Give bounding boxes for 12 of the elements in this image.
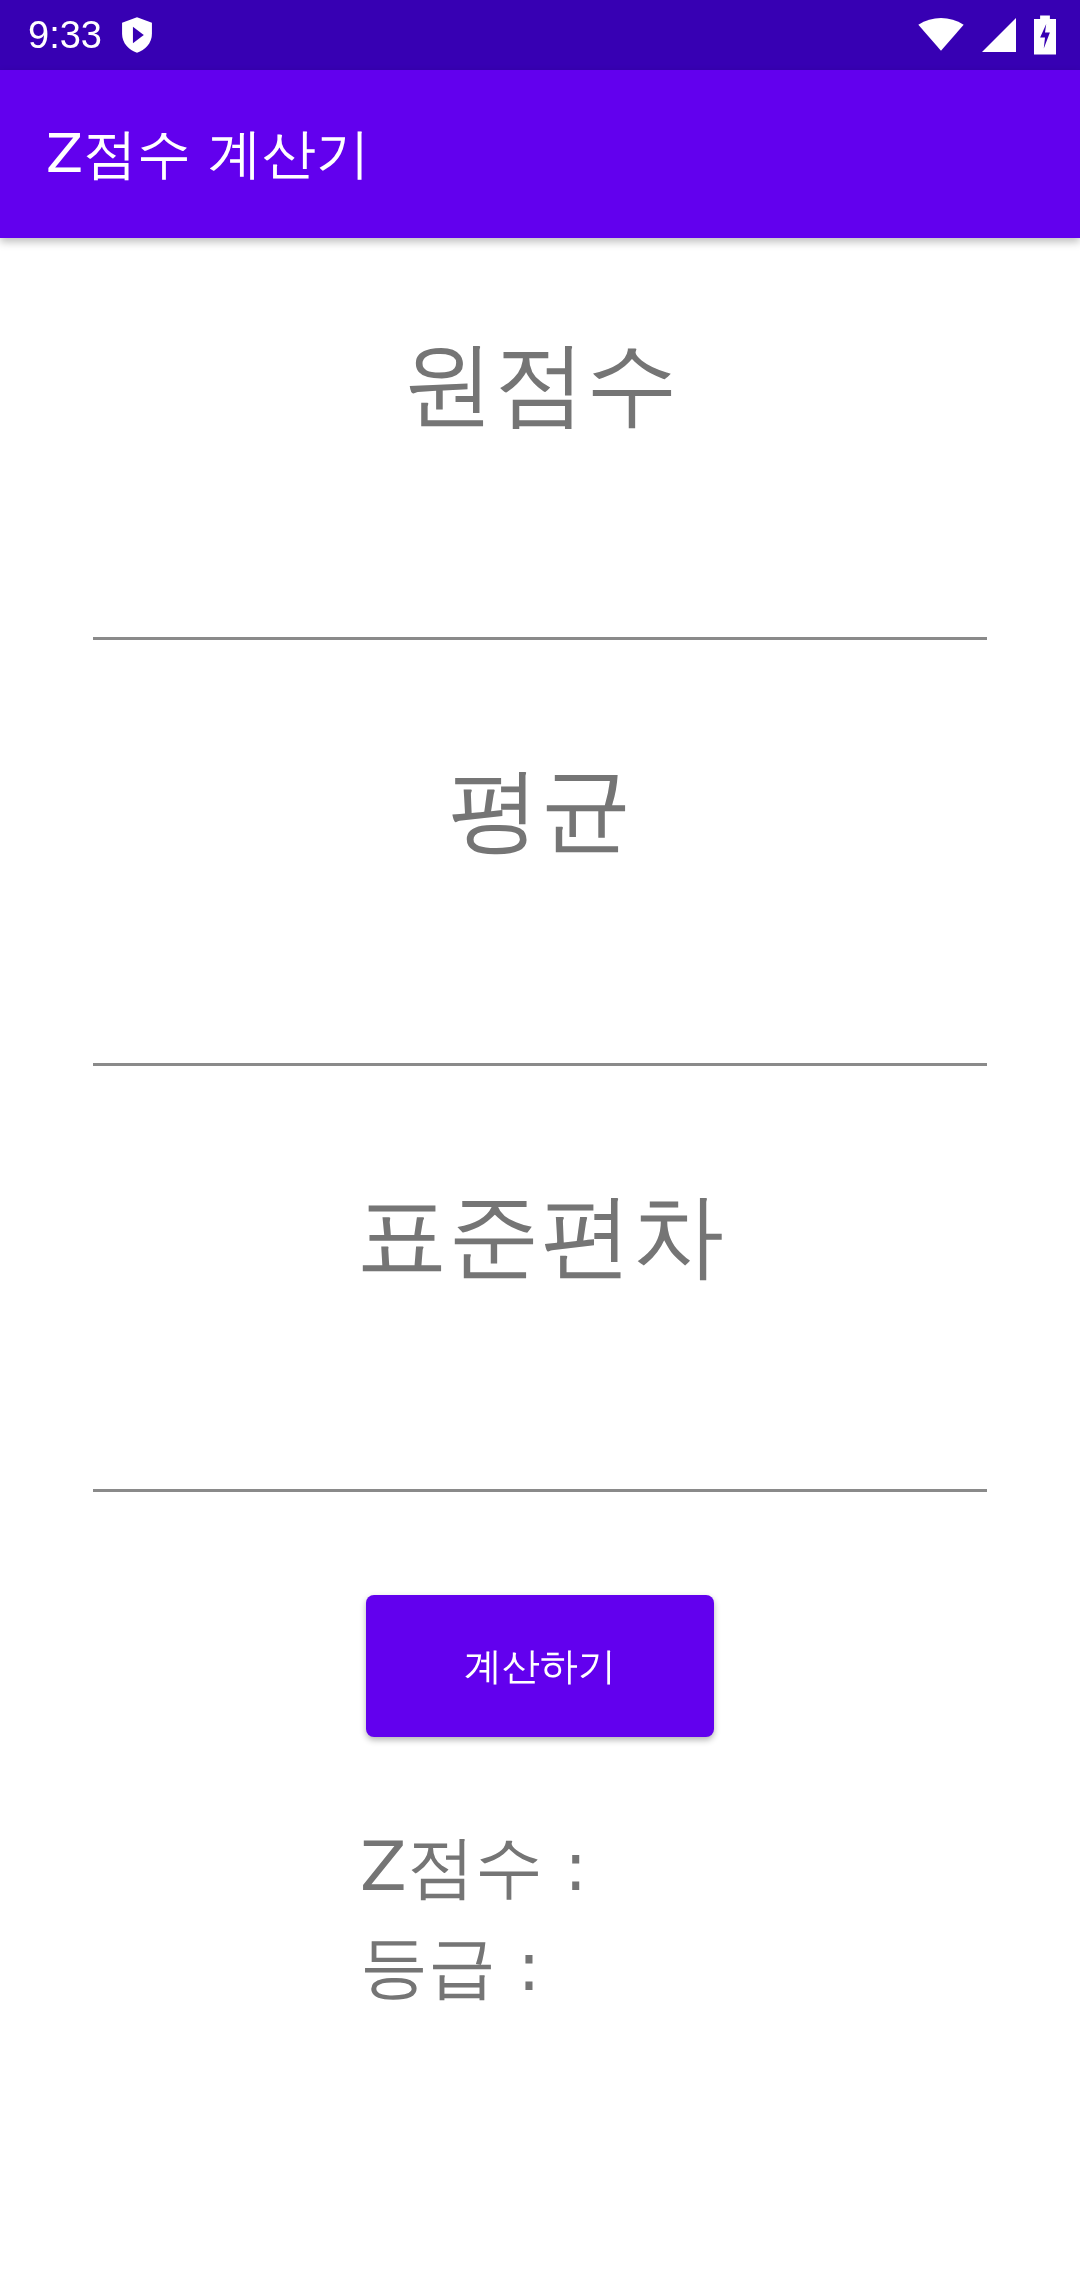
clock-text: 9:33 [28, 13, 102, 57]
app-title: Z점수 계산기 [46, 120, 371, 187]
signal-icon [982, 18, 1016, 52]
input-field[interactable]: 원점수 [93, 240, 987, 640]
battery-icon [1034, 15, 1056, 55]
wifi-icon [918, 18, 964, 52]
shield-play-icon [119, 16, 154, 54]
input-field[interactable]: 표준편차 [93, 1092, 987, 1492]
input-field[interactable]: 평균 [93, 666, 987, 1066]
result-label: Z점수 : [360, 1826, 588, 1908]
result-label: 등급 : [360, 1926, 542, 2008]
calculate-button[interactable]: 계산하기 [366, 1595, 714, 1737]
